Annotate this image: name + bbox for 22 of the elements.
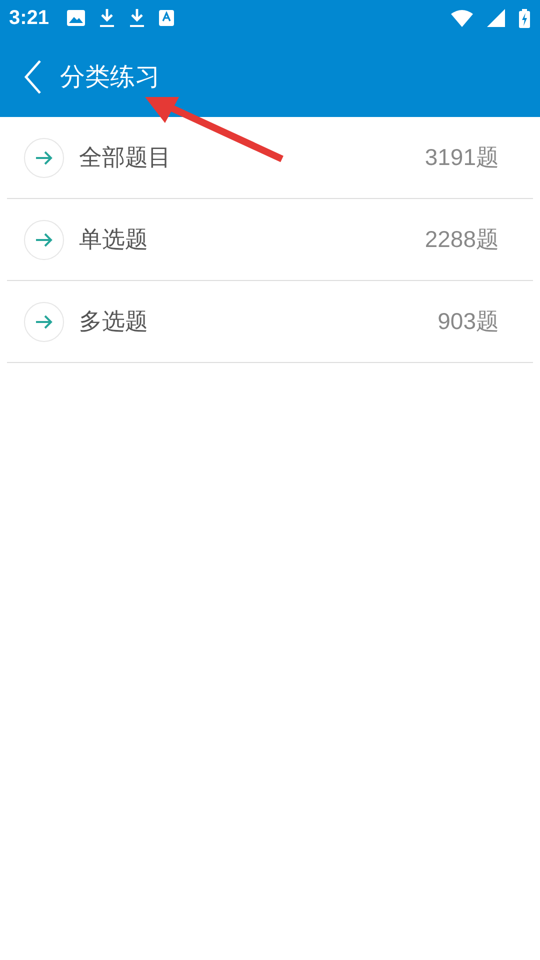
category-label: 全部题目 <box>79 144 172 173</box>
category-row[interactable]: 多选题 903题 <box>7 281 533 363</box>
arrow-right-icon <box>24 302 64 342</box>
arrow-right-icon <box>24 138 64 178</box>
category-row[interactable]: 全部题目 3191题 <box>7 117 533 199</box>
battery-icon <box>519 8 530 28</box>
question-count: 2288题 <box>424 225 499 254</box>
signal-icon <box>487 9 505 27</box>
wifi-icon <box>451 10 473 26</box>
category-label: 多选题 <box>79 308 149 337</box>
question-count: 3191题 <box>424 143 499 172</box>
status-time: 3:21 <box>9 6 50 30</box>
image-icon <box>67 10 86 26</box>
question-count: 903题 <box>438 307 499 336</box>
back-icon[interactable] <box>24 60 42 94</box>
download-icon <box>99 8 116 28</box>
screen-title: 分类练习 <box>60 61 160 93</box>
category-row[interactable]: 单选题 2288题 <box>7 199 533 281</box>
download-icon <box>129 8 146 28</box>
arrow-right-icon <box>24 220 64 260</box>
category-label: 单选题 <box>79 226 149 255</box>
translate-icon <box>159 10 174 26</box>
